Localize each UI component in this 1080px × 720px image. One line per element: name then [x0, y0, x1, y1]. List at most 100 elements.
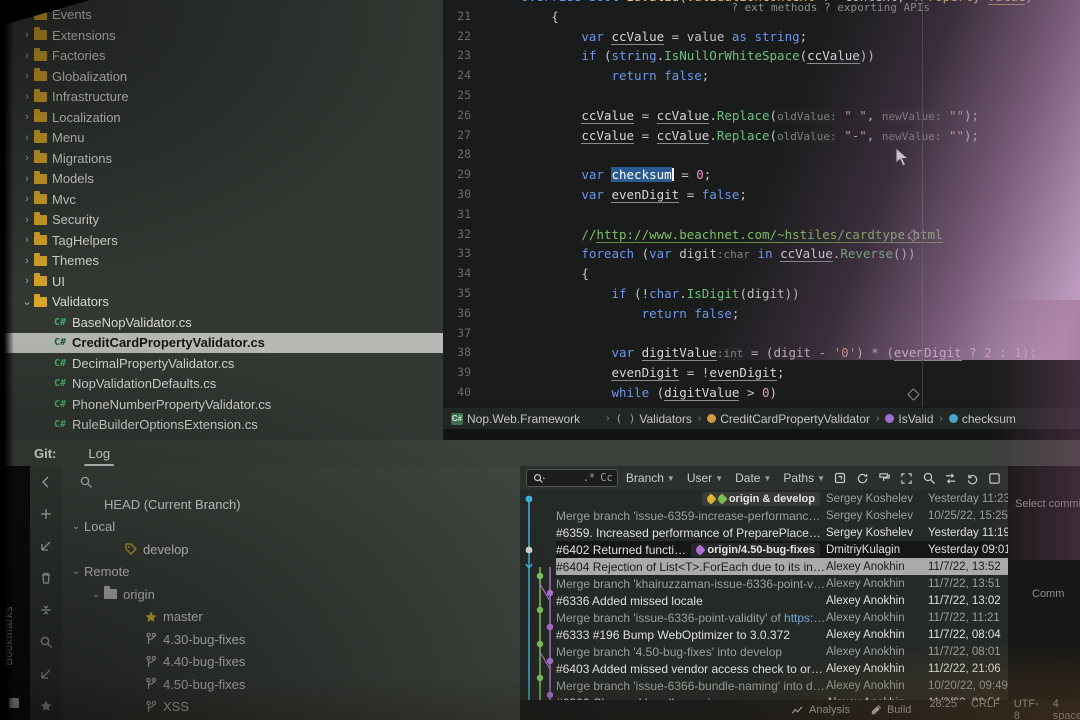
- search-icon[interactable]: [39, 634, 54, 649]
- tree-item[interactable]: C#NopValidationDefaults.cs: [0, 374, 443, 395]
- breadcrumb-item[interactable]: IsValid: [885, 412, 933, 426]
- tree-item[interactable]: ›Extensions: [0, 25, 443, 46]
- expand-icon[interactable]: [899, 471, 914, 486]
- tree-item[interactable]: ›Infrastructure: [0, 87, 443, 108]
- tree-item[interactable]: ⌄Validators: [0, 292, 443, 313]
- tree-item[interactable]: ›UI: [0, 271, 443, 292]
- filter-date[interactable]: Date▼: [735, 471, 771, 485]
- commit-author: Alexey Anokhin: [826, 578, 928, 590]
- tree-item[interactable]: C#BaseNopValidator.cs: [0, 312, 443, 333]
- refresh-icon[interactable]: [855, 471, 870, 486]
- chevron-icon: ›: [20, 214, 34, 226]
- code-line: 40while (digitValue > 0): [443, 383, 1080, 403]
- tree-item[interactable]: ›Factories: [0, 46, 443, 67]
- commit-search-input[interactable]: .* Cc: [526, 469, 618, 487]
- tree-item[interactable]: C#DecimalPropertyValidator.cs: [0, 353, 443, 374]
- filter-user[interactable]: User▼: [687, 471, 723, 485]
- commit-row[interactable]: #6336 Added missed localeAlexey Anokhin1…: [556, 592, 1008, 609]
- line-number: 23: [443, 46, 479, 66]
- branch-item[interactable]: ⌄Remote: [62, 561, 520, 584]
- tree-item[interactable]: ›Events: [0, 5, 443, 26]
- rollback-icon[interactable]: [965, 471, 980, 486]
- branch-item[interactable]: 4.50-bug-fixes: [62, 673, 520, 696]
- star-icon[interactable]: [39, 698, 54, 713]
- commit-author: Sergey Koshelev: [826, 510, 928, 522]
- tree-item[interactable]: ›Migrations: [0, 148, 443, 169]
- tree-item[interactable]: ›Security: [0, 210, 443, 231]
- match-case-toggle[interactable]: Cc: [600, 472, 613, 484]
- commit-row[interactable]: #6402 Returned function of the redirect …: [556, 541, 1008, 558]
- code-line: 25: [443, 86, 1080, 106]
- filter-branch[interactable]: Branch▼: [626, 471, 675, 485]
- commit-row[interactable]: #6404 Rejection of List<T>.ForEach due t…: [556, 558, 1008, 575]
- commit-row[interactable]: Merge branch 'khairuzzaman-issue-6336-po…: [556, 575, 1008, 592]
- tag-icon: [124, 542, 143, 556]
- arrow-down-left-icon[interactable]: [39, 666, 54, 681]
- branch-search-icon[interactable]: [78, 474, 93, 489]
- branch-item[interactable]: master: [62, 606, 520, 629]
- chevron-icon: ›: [20, 50, 34, 62]
- tree-item[interactable]: C#PhoneNumberPropertyValidator.cs: [0, 394, 443, 415]
- tree-item[interactable]: ›Globalization: [0, 66, 443, 87]
- branch-item[interactable]: ⌄Local: [62, 516, 520, 539]
- tool-build[interactable]: Build: [868, 703, 911, 718]
- bookmarks-tab[interactable]: Bookmarks: [3, 606, 15, 666]
- tree-item[interactable]: ›Localization: [0, 107, 443, 128]
- commit-row[interactable]: Merge branch 'issue-6359-increase-perfor…: [556, 507, 1008, 524]
- filter-paths[interactable]: Paths▼: [783, 471, 825, 485]
- trash-icon[interactable]: [39, 570, 54, 585]
- tree-item[interactable]: ›Menu: [0, 128, 443, 149]
- plus-icon[interactable]: [39, 506, 54, 521]
- tab-log[interactable]: Log: [84, 446, 114, 461]
- commit-row[interactable]: #6403 Added missed vendor access check t…: [556, 660, 1008, 677]
- code-text: return false;: [479, 66, 709, 86]
- commit-row[interactable]: #6359. Increased performance of PrepareP…: [556, 524, 1008, 541]
- commit-row[interactable]: #6333 #196 Bump WebOptimizer to 3.0.372A…: [556, 626, 1008, 643]
- tree-item[interactable]: ›TagHelpers: [0, 230, 443, 251]
- commit-message-cell: origin & develop: [556, 492, 826, 506]
- code-text: [479, 205, 491, 225]
- branch-item[interactable]: 4.30-bug-fixes: [62, 628, 520, 651]
- code-text: foreach (var digit:char in ccValue.Rever…: [479, 244, 916, 264]
- compare-icon[interactable]: [943, 471, 958, 486]
- collapse-all-icon[interactable]: [39, 602, 54, 617]
- branch-item[interactable]: XSS: [62, 696, 520, 719]
- code-line: 36return false;: [443, 304, 1080, 324]
- branch-item[interactable]: develop: [62, 538, 520, 561]
- commit-message-cell: Merge branch 'khairuzzaman-issue-6336-po…: [556, 577, 826, 591]
- commit-row[interactable]: Merge branch 'issue-6366-bundle-naming' …: [556, 677, 1008, 694]
- tree-item[interactable]: C#CreditCardPropertyValidator.cs: [0, 333, 443, 354]
- status-item[interactable]: UTF-8: [1014, 698, 1039, 720]
- chevron-icon: ›: [20, 255, 34, 267]
- status-item[interactable]: 4 spaces: [1053, 698, 1080, 720]
- commit-link[interactable]: https://github.com/khairuzzaman/: [784, 611, 826, 625]
- branch-item[interactable]: ⌄origin: [62, 583, 520, 606]
- tree-item[interactable]: C#RuleBuilderOptionsExtension.cs: [0, 415, 443, 436]
- branch-item[interactable]: HEAD (Current Branch): [62, 493, 520, 516]
- breadcrumb-item[interactable]: CreditCardPropertyValidator: [707, 412, 870, 426]
- commit-message: Merge branch 'issue-6336-point-validity'…: [556, 611, 826, 625]
- tree-item[interactable]: ›Mvc: [0, 189, 443, 210]
- breadcrumb-item[interactable]: checksum: [949, 412, 1016, 426]
- tree-item[interactable]: ›Themes: [0, 251, 443, 272]
- commit-row[interactable]: origin & developSergey KoshelevYesterday…: [556, 490, 1008, 507]
- commit-message: #6403 Added missed vendor access check t…: [556, 662, 826, 676]
- commit-row[interactable]: Merge branch 'issue-6336-point-validity'…: [556, 609, 1008, 626]
- branch-item[interactable]: 4.40-bug-fixes: [62, 651, 520, 674]
- regex-toggle[interactable]: .*: [583, 472, 596, 484]
- code-editor[interactable]: override bool IsValid(ValidationContext<…: [443, 0, 1080, 407]
- breadcrumb-item[interactable]: ( )Validators: [616, 412, 692, 426]
- frame-icon[interactable]: [987, 471, 1002, 486]
- commit-row[interactable]: Merge branch '4.50-bug-fixes' into devel…: [556, 643, 1008, 660]
- commit-date: Yesterday 11:23: [928, 493, 1008, 505]
- status-item[interactable]: CRLF: [971, 698, 1000, 720]
- search-icon[interactable]: [921, 471, 936, 486]
- breadcrumb-item[interactable]: C#Nop.Web.Framework: [451, 412, 580, 426]
- go-to-hash-icon[interactable]: [833, 471, 847, 486]
- tool-analysis[interactable]: Analysis: [790, 703, 850, 718]
- tree-item[interactable]: ›Models: [0, 169, 443, 190]
- arrow-down-left-icon[interactable]: [39, 538, 54, 553]
- roller-icon[interactable]: [877, 471, 892, 486]
- status-item[interactable]: 28:25: [929, 698, 957, 720]
- chevron-left-icon[interactable]: [39, 474, 54, 489]
